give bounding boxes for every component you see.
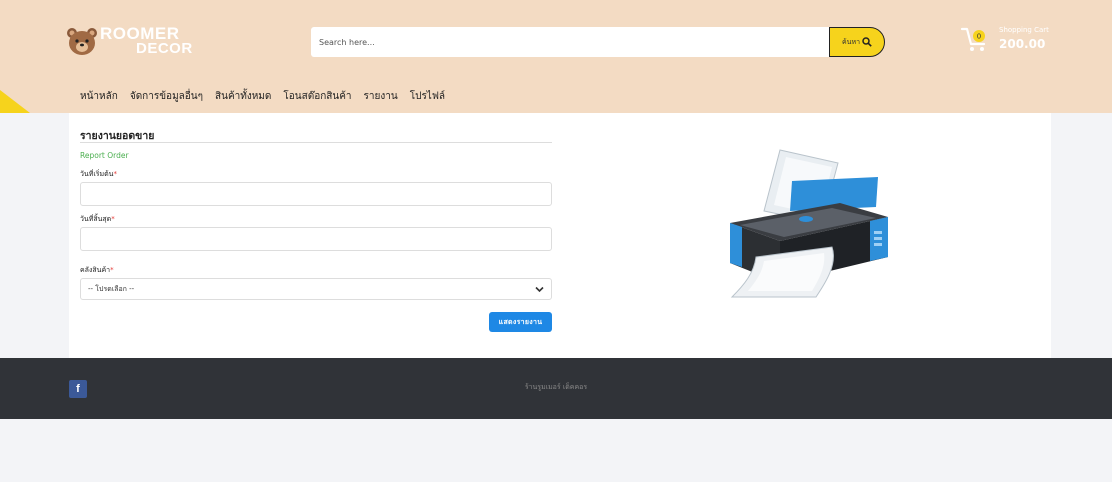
end-date-label: วันที่สิ้นสุด* <box>80 215 115 223</box>
required-mark: * <box>111 215 115 223</box>
warehouse-select[interactable]: -- โปรดเลือก -- <box>80 278 552 300</box>
main-nav: หน้าหลัก จัดการข้อมูลอื่นๆ สินค้าทั้งหมด… <box>80 89 457 103</box>
start-date-label: วันที่เริ่มต้น* <box>80 170 117 178</box>
warehouse-selected-value: -- โปรดเลือก -- <box>88 284 135 293</box>
site-footer: f ร้านรูมเมอร์ เด็คคอร <box>0 358 1112 419</box>
cart-total: 200.00 <box>999 37 1046 51</box>
warehouse-label: คลังสินค้า* <box>80 266 114 274</box>
nav-item-manage-data[interactable]: จัดการข้อมูลอื่นๆ <box>130 89 203 103</box>
cart-icon: 0 <box>960 27 986 51</box>
footer-copyright: ร้านรูมเมอร์ เด็คคอร <box>524 383 588 391</box>
nav-item-all-products[interactable]: สินค้าทั้งหมด <box>215 89 271 103</box>
search-bar: ค้นหา <box>311 27 885 57</box>
report-panel: รายงานยอดขาย Report Order วันที่เริ่มต้น… <box>69 113 1051 358</box>
brand-name-line2: DECOR <box>136 40 193 57</box>
nav-corner-accent <box>0 90 30 113</box>
search-icon <box>862 37 872 47</box>
nav-item-stock-transfer[interactable]: โอนสต๊อกสินค้า <box>283 89 351 103</box>
end-date-input[interactable] <box>80 227 552 251</box>
report-form: รายงานยอดขาย Report Order วันที่เริ่มต้น… <box>80 125 552 336</box>
cart-count: 0 <box>977 33 981 41</box>
show-report-button[interactable]: แสดงรายงาน <box>489 312 552 332</box>
chevron-down-icon <box>535 286 544 292</box>
site-header: ROOMER DECOR ค้นหา 0 Shopping Cart 200.0… <box>0 0 1112 113</box>
search-button[interactable]: ค้นหา <box>829 27 885 57</box>
required-mark: * <box>110 266 114 274</box>
bear-logo-icon <box>67 28 97 55</box>
cart-label: Shopping Cart <box>999 26 1049 34</box>
submit-row: แสดงรายงาน <box>80 300 552 336</box>
nav-item-reports[interactable]: รายงาน <box>364 89 398 103</box>
nav-item-home[interactable]: หน้าหลัก <box>80 89 118 103</box>
search-button-label: ค้นหา <box>841 37 860 46</box>
shopping-cart[interactable]: 0 Shopping Cart 200.00 <box>960 23 1060 59</box>
nav-item-profile[interactable]: โปรไฟล์ <box>410 89 445 103</box>
form-subtitle: Report Order <box>80 151 129 160</box>
search-input[interactable] <box>311 27 847 57</box>
printer-illustration <box>730 149 888 298</box>
start-date-input[interactable] <box>80 182 552 206</box>
brand-logo[interactable]: ROOMER DECOR <box>66 24 206 58</box>
page-title: รายงานยอดขาย <box>80 125 552 143</box>
required-mark: * <box>113 170 117 178</box>
